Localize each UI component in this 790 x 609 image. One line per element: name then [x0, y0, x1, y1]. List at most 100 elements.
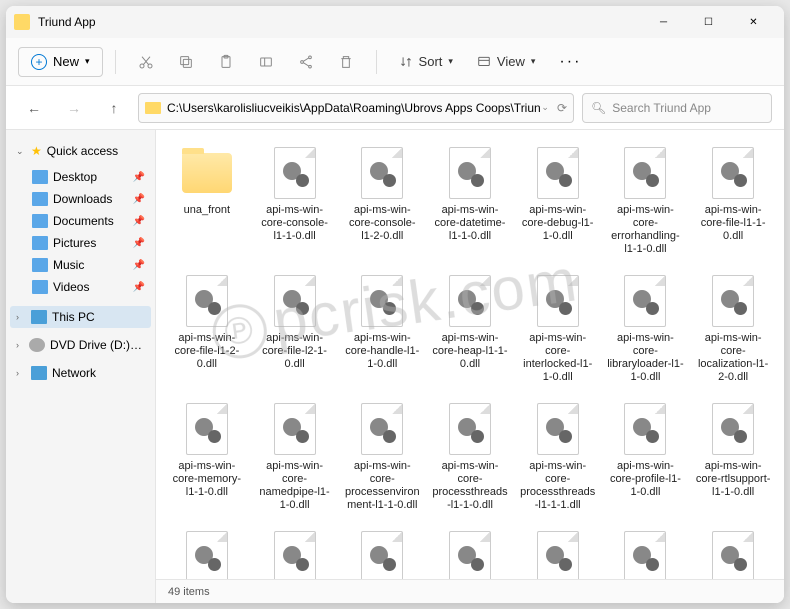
network[interactable]: › Network — [10, 362, 151, 384]
file-item[interactable]: api-ms-win-core-synch-l1-1-0.dll — [254, 528, 336, 579]
file-item[interactable]: api-ms-win-core-handle-l1-1-0.dll — [341, 272, 423, 386]
sidebar-item-videos[interactable]: Videos📌 — [10, 276, 151, 298]
label: Downloads — [53, 192, 112, 206]
file-item[interactable]: api-ms-win-core-file-l1-1-0.dll — [692, 144, 774, 258]
sidebar-item-downloads[interactable]: Downloads📌 — [10, 188, 151, 210]
up-button[interactable]: ↑ — [98, 92, 130, 124]
dll-icon — [537, 147, 579, 199]
this-pc[interactable]: › This PC — [10, 306, 151, 328]
dll-icon — [624, 147, 666, 199]
refresh-button[interactable]: ⟳ — [557, 101, 567, 115]
file-item[interactable]: api-ms-win-core-memory-l1-1-0.dll — [166, 400, 248, 514]
dll-icon — [186, 275, 228, 327]
address-bar[interactable]: ⌄ ⟳ — [138, 93, 574, 123]
file-name: api-ms-win-core-localization-l1-2-0.dll — [694, 332, 772, 384]
file-item[interactable]: api-ms-win-core-synch-l1-2-0.dll — [341, 528, 423, 579]
file-item[interactable]: api-ms-win-core-debug-l1-1-0.dll — [517, 144, 599, 258]
copy-button[interactable] — [168, 46, 204, 78]
folder-icon — [32, 192, 48, 206]
file-name: api-ms-win-core-processthreads-l1-1-0.dl… — [431, 460, 509, 512]
pin-icon: 📌 — [133, 172, 145, 183]
dll-icon — [274, 147, 316, 199]
dll-icon — [624, 403, 666, 455]
search-box[interactable]: 🔍︎ Search Triund App — [582, 93, 772, 123]
file-item[interactable]: api-ms-win-core-heap-l1-1-0.dll — [429, 272, 511, 386]
file-item[interactable]: api-ms-win-core-file-l2-1-0.dll — [254, 272, 336, 386]
folder-icon — [32, 258, 48, 272]
folder-item[interactable]: una_front — [166, 144, 248, 258]
sidebar-item-music[interactable]: Music📌 — [10, 254, 151, 276]
chevron-down-icon: ▾ — [448, 56, 453, 67]
maximize-button[interactable]: ☐ — [686, 8, 731, 36]
file-item[interactable]: api-ms-win-core-namedpipe-l1-1-0.dll — [254, 400, 336, 514]
file-item[interactable]: api-ms-win-core-timezone-l1-1-0.dll — [517, 528, 599, 579]
file-item[interactable]: api-ms-win-core-profile-l1-1-0.dll — [605, 400, 687, 514]
folder-icon — [32, 280, 48, 294]
file-item[interactable]: api-ms-win-core-processthreads-l1-1-1.dl… — [517, 400, 599, 514]
quick-access[interactable]: ⌄ ★ Quick access — [10, 140, 151, 162]
file-item[interactable]: api-ms-win-core-datetime-l1-1-0.dll — [429, 144, 511, 258]
separator — [376, 50, 377, 74]
label: Documents — [53, 214, 114, 228]
folder-icon — [145, 102, 161, 114]
sidebar-item-desktop[interactable]: Desktop 📌 — [10, 166, 151, 188]
delete-button[interactable] — [328, 46, 364, 78]
file-item[interactable]: api-ms-win-core-file-l1-2-0.dll — [166, 272, 248, 386]
dll-icon — [712, 275, 754, 327]
minimize-button[interactable]: ─ — [641, 8, 686, 36]
dll-icon — [361, 275, 403, 327]
file-item[interactable]: api-ms-win-core-rtlsupport-l1-1-0.dll — [692, 400, 774, 514]
file-item[interactable]: api-ms-win-core-console-l1-1-0.dll — [254, 144, 336, 258]
dll-icon — [624, 275, 666, 327]
label: Music — [53, 258, 84, 272]
sidebar-item-documents[interactable]: Documents 📌 — [10, 210, 151, 232]
file-item[interactable]: api-ms-win-core-util-l1-1-0.dll — [605, 528, 687, 579]
file-item[interactable]: api-ms-win-core-processthreads-l1-1-0.dl… — [429, 400, 511, 514]
share-button[interactable] — [288, 46, 324, 78]
close-button[interactable]: ✕ — [731, 8, 776, 36]
label: Desktop — [53, 170, 97, 184]
file-name: api-ms-win-core-file-l1-1-0.dll — [694, 204, 772, 243]
chevron-down-icon[interactable]: ⌄ — [541, 102, 549, 113]
item-count: 49 items — [168, 586, 210, 598]
new-label: New — [53, 54, 79, 69]
file-name: api-ms-win-core-processenvironment-l1-1-… — [343, 460, 421, 512]
file-item[interactable]: api-ms-win-core-interlocked-l1-1-0.dll — [517, 272, 599, 386]
paste-button[interactable] — [208, 46, 244, 78]
file-grid[interactable]: una_frontapi-ms-win-core-console-l1-1-0.… — [156, 130, 784, 579]
dll-icon — [274, 275, 316, 327]
sidebar-item-pictures[interactable]: Pictures📌 — [10, 232, 151, 254]
forward-button[interactable]: → — [58, 92, 90, 124]
file-name: api-ms-win-core-namedpipe-l1-1-0.dll — [256, 460, 334, 512]
dll-icon — [449, 403, 491, 455]
file-item[interactable]: api-ms-win-core-processenvironment-l1-1-… — [341, 400, 423, 514]
file-item[interactable]: api-ms-win-core-localization-l1-2-0.dll — [692, 272, 774, 386]
path-input[interactable] — [167, 101, 541, 115]
cut-button[interactable] — [128, 46, 164, 78]
file-item[interactable]: api-ms-win-crt-conio-l1-1-0.dll — [692, 528, 774, 579]
dll-icon — [537, 403, 579, 455]
chevron-down-icon: ▾ — [85, 56, 90, 67]
dll-icon — [274, 531, 316, 579]
sort-icon — [399, 55, 413, 69]
dll-icon — [537, 531, 579, 579]
file-item[interactable]: api-ms-win-core-console-l1-2-0.dll — [341, 144, 423, 258]
file-item[interactable]: api-ms-win-core-string-l1-1-0.dll — [166, 528, 248, 579]
pin-icon: 📌 — [133, 216, 145, 227]
rename-button[interactable] — [248, 46, 284, 78]
dvd-drive[interactable]: › DVD Drive (D:) CCCC — [10, 334, 151, 356]
separator — [115, 50, 116, 74]
explorer-window: Triund App ─ ☐ ✕ + New ▾ Sort ▾ View ▾ — [6, 6, 784, 603]
sort-button[interactable]: Sort ▾ — [389, 48, 463, 75]
label: Videos — [53, 280, 89, 294]
file-item[interactable]: api-ms-win-core-errorhandling-l1-1-0.dll — [605, 144, 687, 258]
new-button[interactable]: + New ▾ — [18, 47, 103, 77]
file-item[interactable]: api-ms-win-core-libraryloader-l1-1-0.dll — [605, 272, 687, 386]
more-button[interactable]: ··· — [549, 47, 591, 77]
file-item[interactable]: api-ms-win-core-sysinfo-l1-1-0.dll — [429, 528, 511, 579]
label: This PC — [52, 310, 95, 324]
window-title: Triund App — [38, 15, 641, 29]
back-button[interactable]: ← — [18, 92, 50, 124]
dll-icon — [186, 531, 228, 579]
view-button[interactable]: View ▾ — [467, 48, 545, 75]
